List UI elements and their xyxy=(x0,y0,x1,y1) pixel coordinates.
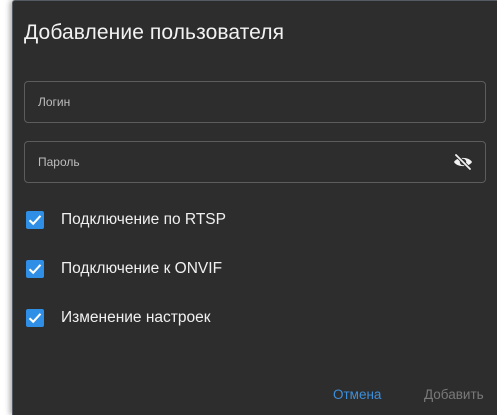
checkbox-settings[interactable]: Изменение настроек xyxy=(26,307,211,329)
checkbox-label: Подключение к ONVIF xyxy=(61,260,223,277)
login-field[interactable] xyxy=(24,81,486,123)
checkbox-label: Подключение по RTSP xyxy=(61,211,226,228)
checkbox-label: Изменение настроек xyxy=(61,309,211,326)
eye-off-icon[interactable] xyxy=(453,153,473,171)
password-field[interactable] xyxy=(24,141,486,183)
add-user-dialog: Добавление пользователя Подключение по R… xyxy=(12,0,497,415)
checkbox-checked-icon[interactable] xyxy=(26,260,44,278)
password-input[interactable] xyxy=(25,142,485,182)
login-input[interactable] xyxy=(25,82,485,122)
checkbox-rtsp[interactable]: Подключение по RTSP xyxy=(26,209,226,231)
dialog-title: Добавление пользователя xyxy=(24,21,285,44)
add-button[interactable]: Добавить xyxy=(424,387,484,402)
checkbox-onvif[interactable]: Подключение к ONVIF xyxy=(26,258,222,280)
checkbox-checked-icon[interactable] xyxy=(26,309,44,327)
checkbox-checked-icon[interactable] xyxy=(26,211,44,229)
cancel-button[interactable]: Отмена xyxy=(333,387,381,402)
